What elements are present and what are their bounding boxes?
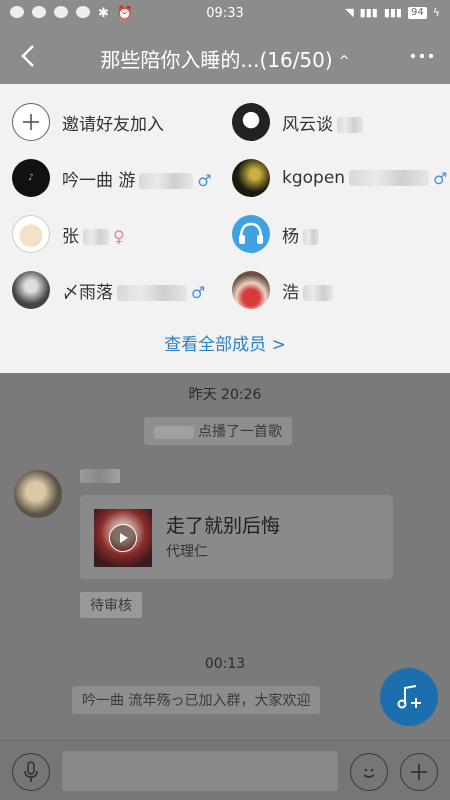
view-all-members-link[interactable]: 查看全部成员 > <box>0 330 450 355</box>
add-song-button[interactable] <box>380 668 438 726</box>
status-right: ◥ ▮▮▮ ▮▮▮ 94 ϟ <box>345 6 440 19</box>
male-icon: ♂ <box>197 171 212 190</box>
member-name: kgopen <box>282 168 346 188</box>
member-name: 吟一曲 游 <box>62 170 136 191</box>
member-item[interactable]: 张 ♀ <box>12 210 125 258</box>
member-item[interactable]: 杨 <box>232 210 319 258</box>
timestamp: 00:13 <box>204 656 246 672</box>
avatar <box>12 271 50 309</box>
microphone-icon <box>24 761 38 782</box>
male-icon: ♂ <box>191 283 206 302</box>
avatar <box>232 271 270 309</box>
song-card[interactable]: 走了就别后悔 代理仁 <box>80 495 393 579</box>
plus-icon <box>12 103 50 141</box>
member-item[interactable]: kgopen ♂ <box>232 154 447 202</box>
avatar <box>12 215 50 253</box>
chat-area: 昨天 20:26 点播了一首歌 走了就别后悔 代理仁 待审核 00:13 吟一曲… <box>0 373 450 740</box>
more-button[interactable] <box>408 42 436 70</box>
emoji-icon <box>363 768 375 778</box>
message-input[interactable] <box>62 751 338 791</box>
pending-review-badge: 待审核 <box>80 592 142 618</box>
music-add-icon <box>397 685 421 709</box>
sender-name <box>80 469 120 483</box>
signal-icon: ▮▮▮ <box>359 6 378 19</box>
member-name: 浩 <box>282 282 299 303</box>
system-message: 点播了一首歌 <box>144 417 292 445</box>
sender-avatar[interactable] <box>14 470 62 518</box>
invite-label: 邀请好友加入 <box>62 114 164 135</box>
battery-level: 94 <box>408 6 427 19</box>
wifi-icon: ◥ <box>345 6 354 19</box>
play-icon <box>109 524 137 552</box>
song-title: 走了就别后悔 <box>166 515 281 537</box>
timestamp: 昨天 20:26 <box>188 387 262 403</box>
male-icon: ♂ <box>433 168 448 188</box>
song-cover[interactable] <box>94 509 152 567</box>
member-name: 风云谈 <box>282 114 333 135</box>
member-name: 张 <box>62 226 79 247</box>
title-bar: 那些陪你入睡的...(16/50) ^ <box>0 28 450 84</box>
more-icon <box>410 53 434 59</box>
member-item[interactable]: 〆雨落 ♂ <box>12 266 205 314</box>
add-button[interactable] <box>400 753 438 791</box>
song-artist: 代理仁 <box>166 544 208 560</box>
invite-friends-button[interactable]: 邀请好友加入 <box>12 98 164 146</box>
member-item[interactable]: ♪ 吟一曲 游 ♂ <box>12 154 212 202</box>
system-message: 吟一曲 流年殇っ已加入群，大家欢迎 <box>72 686 321 714</box>
charging-icon: ϟ <box>432 6 440 19</box>
back-icon <box>21 45 34 67</box>
member-item[interactable]: 风云谈 <box>232 98 363 146</box>
chevron-up-icon: ^ <box>338 54 350 69</box>
group-title[interactable]: 那些陪你入睡的...(16/50) ^ <box>60 44 390 73</box>
member-name: 杨 <box>282 226 299 247</box>
female-icon: ♀ <box>113 227 125 246</box>
headphones-avatar-icon <box>232 215 270 253</box>
input-bar <box>0 740 450 800</box>
member-name: 〆雨落 <box>62 282 113 303</box>
avatar <box>232 103 270 141</box>
add-icon <box>411 764 427 780</box>
back-button[interactable] <box>14 42 42 70</box>
members-panel: 邀请好友加入 风云谈 ♪ 吟一曲 游 ♂ kgopen ♂ 张 ♀ 杨 〆雨落 ♂ 浩 … <box>0 84 450 373</box>
group-title-text: 那些陪你入睡的...(16/50) <box>100 48 333 72</box>
emoji-button[interactable] <box>350 753 388 791</box>
avatar: ♪ <box>12 159 50 197</box>
voice-button[interactable] <box>12 753 50 791</box>
avatar <box>232 159 270 197</box>
member-item[interactable]: 浩 <box>232 266 333 314</box>
status-bar: ✱ ⏰ 09:33 ◥ ▮▮▮ ▮▮▮ 94 ϟ <box>0 0 450 28</box>
signal-icon-2: ▮▮▮ <box>383 6 402 19</box>
